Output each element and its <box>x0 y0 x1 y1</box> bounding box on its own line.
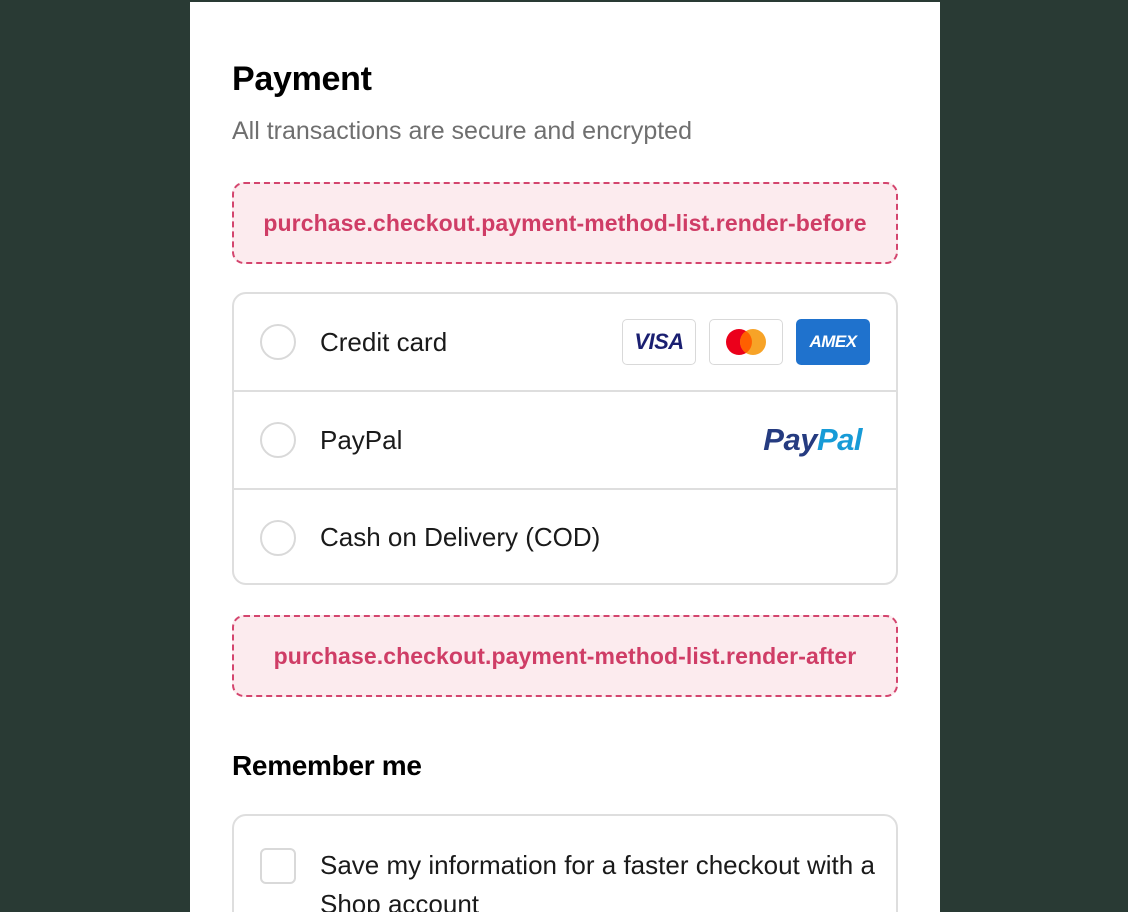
paypal-logo-pal: Pal <box>816 422 863 457</box>
payment-method-list: Credit card VISA AMEX PayPal PayPal Cash… <box>232 292 898 585</box>
mastercard-icon <box>709 319 783 365</box>
remember-me-title: Remember me <box>232 750 422 781</box>
payment-method-credit-card[interactable]: Credit card VISA AMEX <box>234 294 896 390</box>
remember-me-box: Save my information for a faster checkou… <box>232 814 898 912</box>
save-info-checkbox[interactable] <box>260 848 296 884</box>
radio-credit-card[interactable] <box>260 324 296 360</box>
radio-paypal[interactable] <box>260 422 296 458</box>
card-brand-icons: VISA AMEX <box>622 319 870 365</box>
payment-method-label: PayPal <box>320 424 403 455</box>
payment-method-paypal[interactable]: PayPal PayPal <box>234 392 896 488</box>
checkout-panel: Payment All transactions are secure and … <box>190 2 940 912</box>
payment-method-label: Credit card <box>320 326 448 357</box>
payment-method-cod[interactable]: Cash on Delivery (COD) <box>234 490 896 583</box>
extension-slot-after: purchase.checkout.payment-method-list.re… <box>232 615 898 697</box>
paypal-logo-pay: Pay <box>763 422 817 457</box>
amex-icon: AMEX <box>796 319 870 365</box>
save-info-label[interactable]: Save my information for a faster checkou… <box>320 846 880 912</box>
extension-slot-before: purchase.checkout.payment-method-list.re… <box>232 182 898 264</box>
paypal-logo: PayPal <box>763 422 862 458</box>
visa-icon: VISA <box>622 319 696 365</box>
payment-title: Payment <box>232 60 372 98</box>
radio-cod[interactable] <box>260 519 296 556</box>
payment-subtitle: All transactions are secure and encrypte… <box>232 117 692 145</box>
payment-method-label: Cash on Delivery (COD) <box>320 522 601 552</box>
